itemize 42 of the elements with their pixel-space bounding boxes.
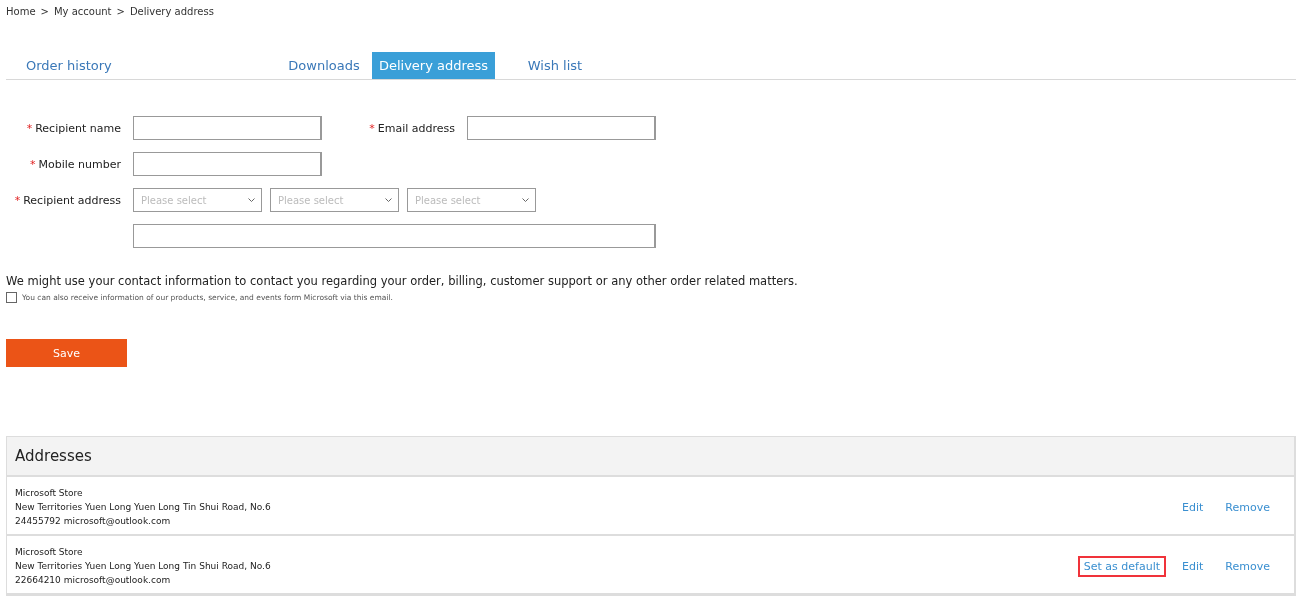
breadcrumb-link[interactable]: Delivery address [129, 5, 214, 17]
address-name: Microsoft Store [15, 546, 84, 559]
dropdown[interactable]: Please select [133, 188, 262, 212]
email-field[interactable] [467, 116, 656, 140]
dropdown[interactable]: Please select [407, 188, 536, 212]
save-button[interactable]: Save [6, 339, 127, 367]
address-contact: 24455792 microsoft@outlook.com [15, 515, 172, 528]
tab[interactable]: Order history [6, 52, 276, 79]
tab[interactable]: Delivery address [372, 52, 495, 79]
address-name: Microsoft Store [15, 487, 84, 500]
breadcrumb-separator: > [40, 5, 49, 17]
tab[interactable]: Downloads [276, 52, 372, 79]
field-label: * Recipient name [25, 121, 121, 135]
required-mark: * [14, 193, 21, 207]
address-field[interactable] [133, 224, 656, 248]
action-link[interactable]: Set as default [1077, 555, 1167, 577]
required-mark: * [30, 157, 36, 171]
dropdown[interactable]: Please select [270, 188, 399, 212]
action-link[interactable]: Edit [1176, 496, 1210, 518]
breadcrumb-link[interactable]: Home [6, 5, 36, 17]
field-label: * Recipient address [13, 193, 121, 207]
field-label: * Mobile number [29, 157, 121, 171]
field-label: * Email address [368, 121, 455, 135]
recipient-name-field[interactable] [133, 116, 322, 140]
tab[interactable]: Wish list [495, 52, 615, 79]
chevron-down-icon [385, 198, 392, 202]
panel-title: Addresses [7, 437, 1294, 477]
chevron-down-icon [522, 198, 529, 202]
action-link[interactable]: Edit [1176, 555, 1210, 577]
address-contact: 22664210 microsoft@outlook.com [15, 574, 172, 587]
chevron-down-icon [248, 198, 255, 202]
action-link[interactable]: Remove [1219, 496, 1276, 518]
required-mark: * [26, 121, 33, 135]
breadcrumb-link[interactable]: My account [53, 5, 112, 17]
breadcrumb-separator: > [116, 5, 125, 17]
required-mark: * [369, 121, 375, 135]
mobile-number-field[interactable] [133, 152, 322, 176]
address-text: New Territories Yuen Long Yuen Long Tin Shui Road, No.6 [15, 501, 271, 514]
action-link[interactable]: Remove [1219, 555, 1276, 577]
notice-text: We might use your contact information to contact you regarding your order, billing, customer support or any other order related matters. [6, 274, 799, 288]
checkbox[interactable] [6, 292, 17, 303]
address-text: New Territories Yuen Long Yuen Long Tin Shui Road, No.6 [15, 560, 271, 573]
